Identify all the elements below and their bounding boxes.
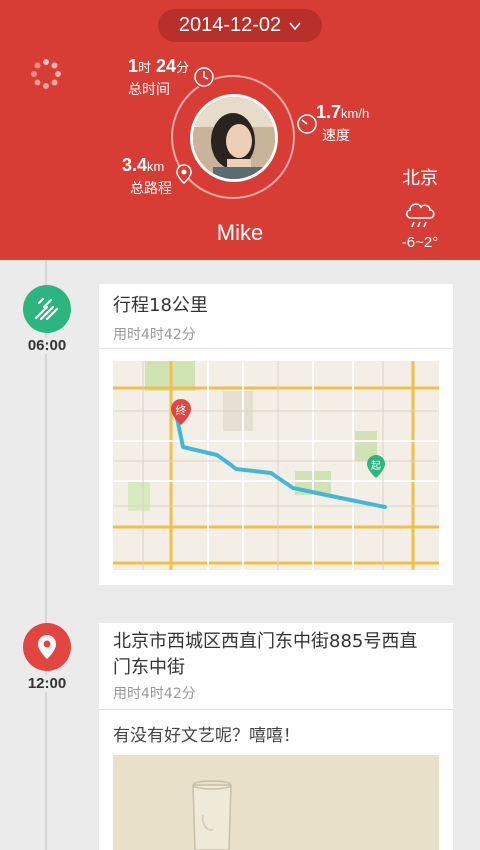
total-time-label: 总时间 — [128, 81, 170, 97]
distance-label: 总路程 — [130, 180, 172, 196]
avatar[interactable] — [190, 94, 278, 182]
weather-temp: -6~2° — [401, 234, 439, 251]
speedometer-icon — [296, 113, 318, 135]
divider — [99, 348, 453, 349]
location-title: 北京市西城区西直门东中街885号西直门东中街 — [113, 631, 418, 678]
time-hours-unit: 时 — [138, 60, 152, 75]
trip-card[interactable]: 行程18公里 用时4时42分 终 起 — [99, 284, 453, 585]
time-minutes-unit: 分 — [176, 60, 190, 75]
username: Mike — [216, 220, 264, 245]
location-pin-icon[interactable] — [23, 623, 71, 671]
date-selector[interactable]: 2014-12-02 — [158, 9, 322, 42]
route-map[interactable]: 终 起 — [113, 361, 439, 570]
speed-value: 1.7 — [316, 102, 342, 122]
location-card[interactable]: 北京市西城区西直门东中街885号西直门东中街 用时4时42分 有没有好文艺呢？嘻… — [99, 623, 453, 850]
distance-unit: km — [147, 159, 165, 174]
trip-title: 行程18公里 — [113, 295, 208, 316]
start-marker-label: 起 — [371, 460, 381, 472]
profile-header: 2014-12-02 1时 24分 总时间 1.7km/h 速度 3.4km 总… — [0, 0, 480, 260]
trip-duration: 用时4时42分 — [113, 327, 196, 343]
weather-widget[interactable]: 北京 -6~2° — [390, 164, 450, 251]
timeline-time: 06:00 — [22, 337, 72, 354]
date-label: 2014-12-02 — [178, 14, 282, 36]
total-time-stat: 1时 24分 总时间 — [128, 56, 189, 99]
divider — [99, 709, 453, 710]
map-pin-icon — [173, 163, 195, 185]
speed-unit: km/h — [341, 106, 370, 121]
chevron-down-icon — [289, 21, 301, 30]
end-marker-label: 终 — [176, 403, 187, 417]
distance-value: 3.4 — [122, 155, 148, 175]
time-hours-value: 1 — [128, 56, 139, 76]
distance-stat: 3.4km 总路程 — [122, 155, 172, 198]
location-duration: 用时4时42分 — [113, 686, 196, 702]
post-photo[interactable] — [113, 755, 439, 850]
speed-label: 速度 — [322, 127, 350, 143]
weather-city: 北京 — [402, 168, 438, 189]
cloud-rain-icon — [405, 203, 435, 228]
speed-stat: 1.7km/h 速度 — [316, 102, 369, 145]
time-minutes-value: 24 — [156, 56, 177, 76]
walking-route-icon[interactable] — [23, 285, 71, 333]
timeline-time: 12:00 — [22, 675, 72, 692]
location-note: 有没有好文艺呢？嘻嘻！ — [113, 726, 300, 746]
loading-spinner-icon[interactable] — [30, 58, 62, 90]
clock-icon — [193, 66, 215, 88]
